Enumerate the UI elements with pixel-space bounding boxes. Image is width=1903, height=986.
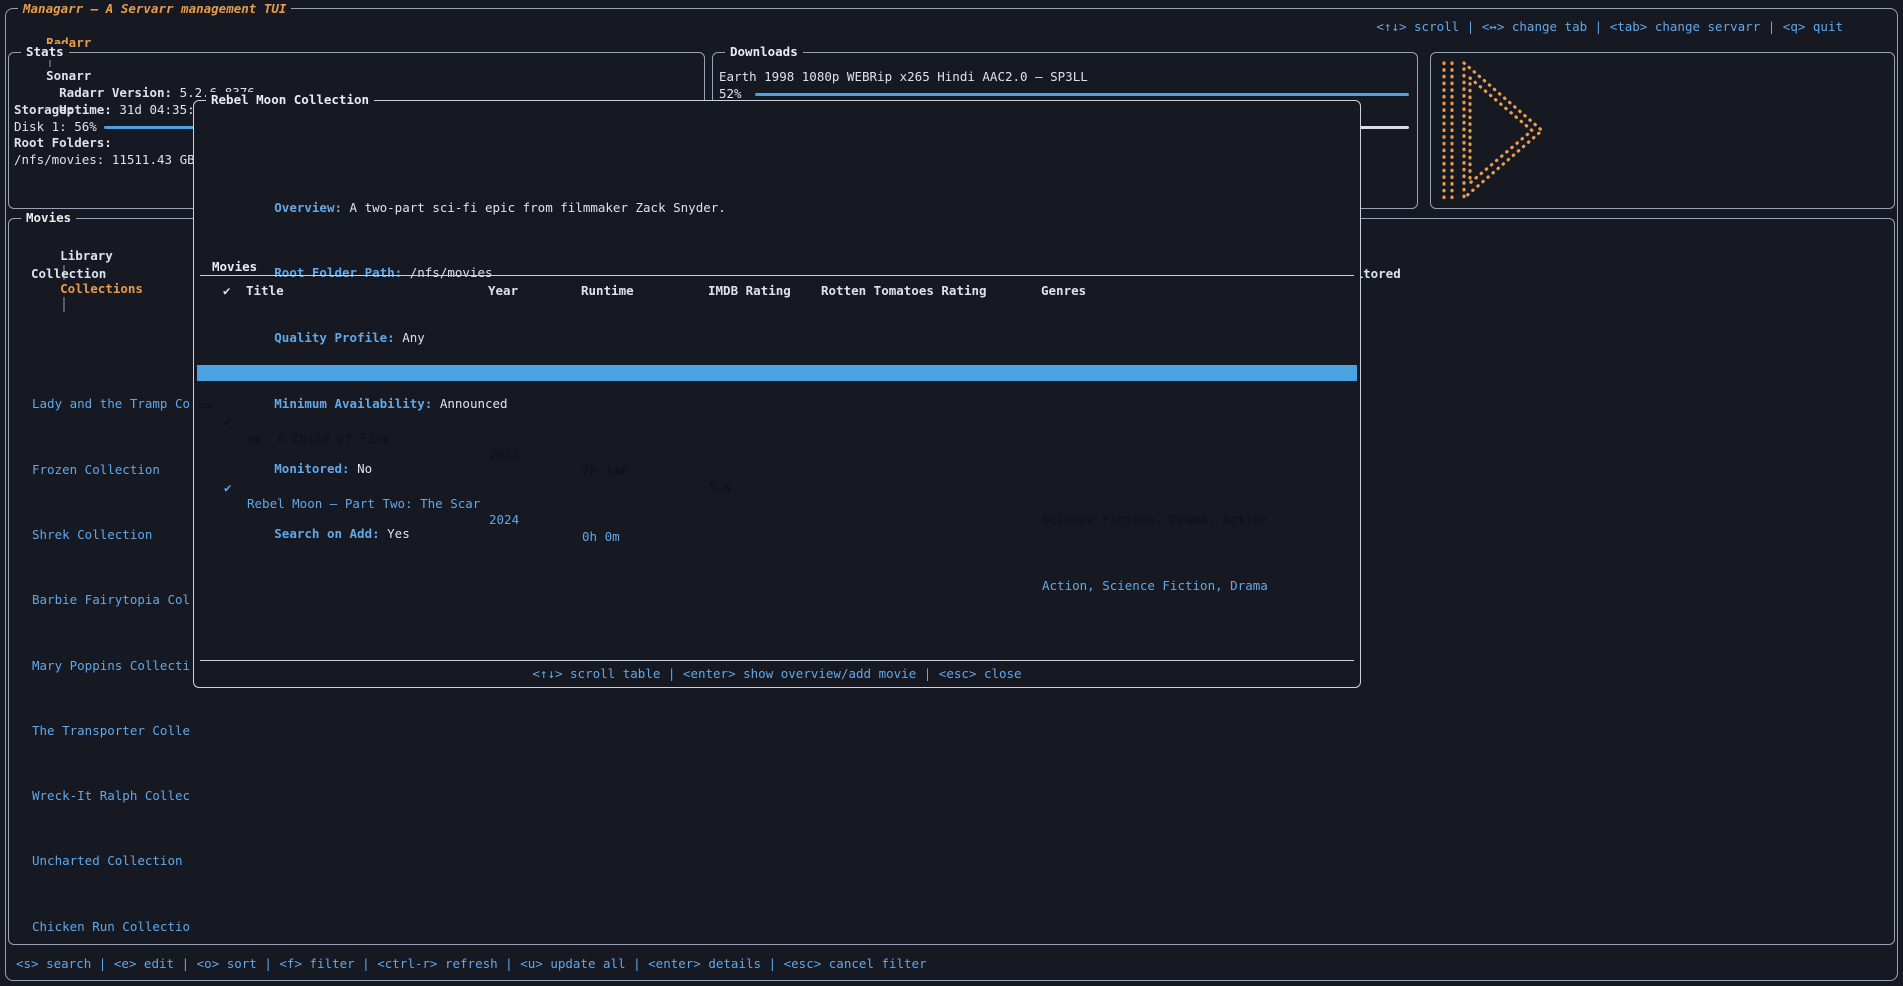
collection-name: Shrek Collection (32, 527, 152, 543)
collection-row[interactable]: Uncharted Collection (10, 805, 1893, 821)
movie-imdb-rating: 5.6 (709, 480, 732, 496)
modal-footer-divider (200, 660, 1354, 661)
movies-header-title: Title (246, 283, 284, 299)
collection-name: Lady and the Tramp Co (32, 396, 190, 412)
detail-field-label: Search on Add: (274, 526, 379, 541)
selection-arrow: => (198, 398, 213, 414)
selected-row-highlight (197, 365, 1357, 380)
detail-field-value: Yes (387, 526, 410, 541)
top-keybind-hints: <↑↓> scroll | <↔> change tab | <tab> cha… (1376, 19, 1843, 35)
movie-check-icon: ✔ (224, 414, 232, 430)
movies-section-divider (200, 275, 1354, 276)
movie-year: 2023 (489, 447, 519, 463)
movies-header-rt-rating: Rotten Tomatoes Rating (821, 283, 987, 299)
movie-title: Rebel Moon – Part Two: The Scar (247, 496, 480, 512)
collection-details-modal: Rebel Moon Collection Overview: A two-pa… (193, 100, 1361, 688)
detail-field: Root Folder Path: /nfs/movies (199, 249, 1355, 265)
stats-panel-title: Stats (21, 44, 69, 60)
downloads-panel-title: Downloads (725, 44, 803, 60)
managarr-logo-icon (1437, 57, 1549, 204)
disk-usage-label: Disk 1: 56% (14, 119, 97, 135)
movies-header-runtime: Runtime (581, 283, 634, 299)
modal-movies-section-title: Movies (207, 259, 262, 275)
modal-keybind-hints: <↑↓> scroll table | <enter> show overvie… (194, 666, 1360, 682)
collection-name: Uncharted Collection (32, 853, 183, 869)
bottom-keybind-hints: <s> search | <e> edit | <o> sort | <f> f… (16, 956, 927, 972)
movie-runtime: 2h 14m (582, 463, 627, 479)
collection-name: Barbie Fairytopia Col (32, 592, 190, 608)
modal-title: Rebel Moon Collection (206, 92, 374, 108)
detail-field-value: /nfs/movies (410, 265, 493, 280)
movie-year: 2024 (489, 512, 519, 528)
collection-name: Chicken Run Collectio (32, 919, 190, 935)
app-title: Managarr – A Servarr management TUI (18, 1, 291, 17)
logo-panel (1430, 52, 1895, 209)
detail-field-label: Root Folder Path: (274, 265, 402, 280)
modal-movies-table-body: => ✔ ne: A Child of Fire 2023 2h 14m 5.6… (195, 300, 1359, 480)
detail-field: Overview: A two-part sci-fi epic from fi… (199, 183, 1355, 199)
detail-field-value: A two-part sci-fi epic from filmmaker Za… (350, 200, 726, 215)
movies-header-imdb-rating: IMDB Rating (708, 283, 791, 299)
movies-panel-title: Movies (21, 210, 76, 226)
collection-name: Frozen Collection (32, 462, 160, 478)
movie-genres: Action, Science Fiction, Drama (1042, 578, 1268, 594)
movie-genres: Science Fiction, Drama, Action (1042, 512, 1268, 528)
root-folders-label: Root Folders: (14, 135, 112, 151)
detail-field-label: Overview: (274, 200, 342, 215)
collection-row[interactable]: Wreck-It Ralph Collec (10, 739, 1893, 755)
collection-row[interactable]: Chicken Run Collectio (10, 870, 1893, 886)
root-folder-value: /nfs/movies: 11511.43 GB (14, 152, 195, 168)
download-progress-gauge (755, 93, 1409, 96)
download-item-name: Earth 1998 1080p WEBRip x265 Hindi AAC2.… (719, 69, 1088, 85)
movies-header-check: ✔ (223, 283, 231, 299)
collection-name: Wreck-It Ralph Collec (32, 788, 190, 804)
collection-row[interactable]: National Lampoon's Va (10, 935, 1893, 951)
managarr-tui-screen: Managarr – A Servarr management TUI Rada… (0, 0, 1903, 986)
movie-runtime: 0h 0m (582, 529, 620, 545)
collections-column-header: Collection (31, 266, 106, 282)
movies-header-genres: Genres (1041, 283, 1086, 299)
tab-library[interactable]: Library (60, 248, 113, 263)
storage-label: Storage: (14, 102, 74, 118)
movies-header-year: Year (488, 283, 518, 299)
movie-check-icon: ✔ (224, 480, 232, 496)
popup-movie-row[interactable]: ✔ Rebel Moon – Part Two: The Scar 2024 0… (195, 431, 1359, 447)
collection-name: The Transporter Colle (32, 723, 190, 739)
collection-name: Mary Poppins Collecti (32, 658, 190, 674)
popup-movie-row[interactable]: => ✔ ne: A Child of Fire 2023 2h 14m 5.6… (195, 365, 1359, 381)
